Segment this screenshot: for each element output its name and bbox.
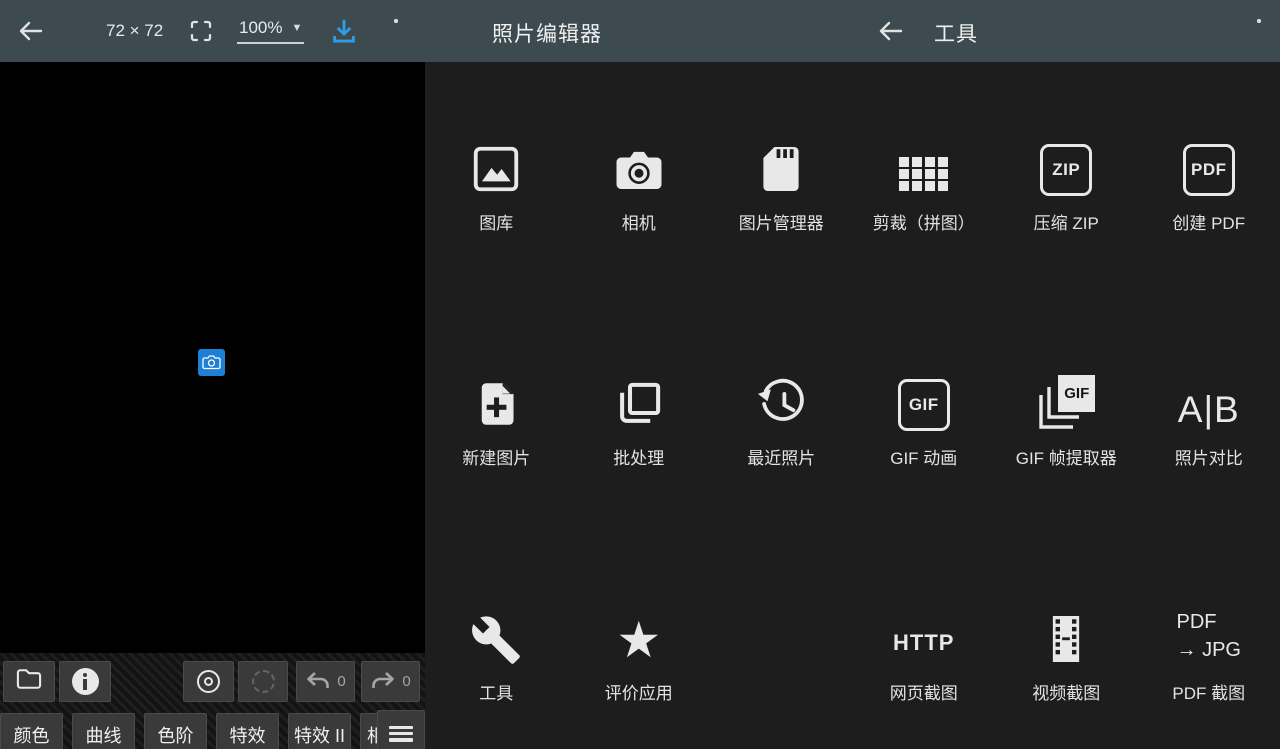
image-dimensions: 72 × 72 bbox=[106, 21, 163, 41]
star-icon: ★ bbox=[616, 614, 661, 666]
tool-batch[interactable]: 批处理 bbox=[568, 373, 711, 608]
folder-icon bbox=[15, 667, 43, 696]
zoom-value: 100% bbox=[239, 18, 282, 38]
tool-compress-zip[interactable]: ZIP 压缩 ZIP bbox=[995, 138, 1138, 373]
app-title: 照片编辑器 bbox=[492, 18, 602, 48]
new-image-icon bbox=[473, 373, 519, 431]
compare-original-button[interactable] bbox=[183, 661, 234, 702]
tab-levels[interactable]: 色阶 bbox=[144, 713, 207, 749]
pdf-to-jpg-icon: PDF → JPG bbox=[1177, 608, 1241, 664]
tab-curves[interactable]: 曲线 bbox=[72, 713, 135, 749]
tool-gif-frame-extractor[interactable]: GIF GIF 帧提取器 bbox=[995, 373, 1138, 608]
zoom-dropdown[interactable]: 100% ▼ bbox=[237, 18, 304, 44]
grid-empty-cell bbox=[710, 608, 853, 749]
tab-effects-2[interactable]: 特效 II bbox=[288, 713, 351, 749]
rotate-state-button[interactable] bbox=[238, 661, 288, 702]
http-icon: HTTP bbox=[893, 630, 954, 656]
history-clock-icon bbox=[754, 373, 808, 431]
tools-page-title: 工具 bbox=[934, 18, 978, 48]
undo-icon bbox=[305, 666, 331, 697]
tools-grid: 图库 相机 图片管理器 剪裁（拼图） ZIP 压缩 ZIP PDF bbox=[425, 62, 1280, 749]
redo-count: 0 bbox=[402, 673, 410, 690]
sd-card-icon bbox=[759, 138, 803, 196]
tool-photo-compare[interactable]: A|B 照片对比 bbox=[1138, 373, 1280, 608]
editor-more-icon[interactable] bbox=[394, 19, 398, 43]
wrench-icon bbox=[470, 608, 522, 666]
info-icon bbox=[72, 668, 99, 695]
camera-icon bbox=[612, 138, 666, 196]
redo-icon bbox=[370, 666, 396, 697]
edit-tabs-row: 颜色 曲线 色阶 特效 特效 II 相 bbox=[0, 713, 425, 749]
film-strip-icon bbox=[1043, 608, 1089, 666]
photo-editor-app: 72 × 72 100% ▼ 照片编辑器 工具 bbox=[0, 0, 1280, 749]
menu-icon[interactable] bbox=[446, 23, 470, 40]
tool-tools[interactable]: 工具 bbox=[425, 608, 568, 749]
top-bar: 72 × 72 100% ▼ 照片编辑器 工具 bbox=[0, 0, 1280, 62]
tool-pdf-capture[interactable]: PDF → JPG PDF 截图 bbox=[1138, 608, 1280, 749]
canvas-panel: 0 0 颜色 曲线 色阶 特效 特效 II 相 bbox=[0, 62, 425, 749]
tool-new-image[interactable]: 新建图片 bbox=[425, 373, 568, 608]
tool-gallery[interactable]: 图库 bbox=[425, 138, 568, 373]
gif-frames-icon: GIF bbox=[1037, 375, 1095, 431]
batch-layers-icon bbox=[612, 373, 666, 431]
canvas-image[interactable] bbox=[198, 349, 225, 376]
undo-count: 0 bbox=[337, 673, 345, 690]
tool-image-manager[interactable]: 图片管理器 bbox=[710, 138, 853, 373]
chevron-down-icon: ▼ bbox=[291, 22, 302, 34]
apps-grid-icon[interactable] bbox=[811, 20, 833, 42]
undo-button[interactable]: 0 bbox=[296, 661, 355, 702]
canvas-toolbar: 0 0 颜色 曲线 色阶 特效 特效 II 相 bbox=[0, 653, 425, 749]
tool-crop-collage[interactable]: 剪裁（拼图） bbox=[853, 138, 996, 373]
gif-icon: GIF bbox=[898, 379, 950, 431]
tool-video-capture[interactable]: 视频截图 bbox=[995, 608, 1138, 749]
collage-grid-icon bbox=[895, 138, 953, 196]
tabs-menu-button[interactable] bbox=[377, 710, 425, 749]
tools-more-icon[interactable] bbox=[1257, 19, 1261, 43]
dashed-circle-icon bbox=[252, 670, 275, 693]
gallery-icon bbox=[469, 138, 523, 196]
tool-rate-app[interactable]: ★ 评价应用 bbox=[568, 608, 711, 749]
ab-compare-icon: A|B bbox=[1178, 389, 1240, 431]
redo-button[interactable]: 0 bbox=[361, 661, 420, 702]
tool-web-capture[interactable]: HTTP 网页截图 bbox=[853, 608, 996, 749]
tool-gif-animation[interactable]: GIF GIF 动画 bbox=[853, 373, 996, 608]
tool-create-pdf[interactable]: PDF 创建 PDF bbox=[1138, 138, 1280, 373]
info-button[interactable] bbox=[59, 661, 111, 702]
open-folder-button[interactable] bbox=[3, 661, 55, 702]
tool-camera[interactable]: 相机 bbox=[568, 138, 711, 373]
tool-recent-photos[interactable]: 最近照片 bbox=[710, 373, 853, 608]
zip-icon: ZIP bbox=[1040, 144, 1092, 196]
pdf-icon: PDF bbox=[1183, 144, 1235, 196]
tab-color[interactable]: 颜色 bbox=[0, 713, 63, 749]
tab-effects[interactable]: 特效 bbox=[216, 713, 279, 749]
target-icon bbox=[197, 670, 220, 693]
menu-icon bbox=[389, 726, 413, 742]
